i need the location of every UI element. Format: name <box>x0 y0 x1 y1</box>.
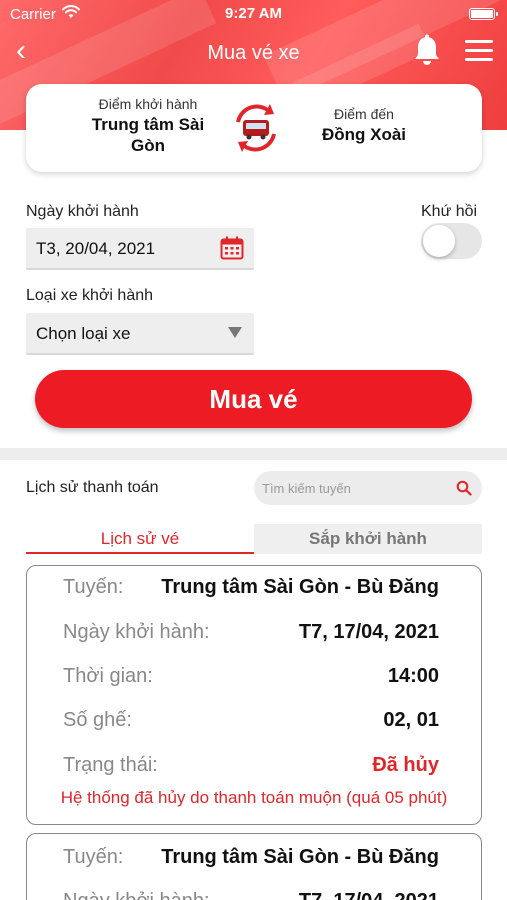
route-key: Tuyến: <box>63 576 124 598</box>
vehicle-type-label: Loại xe khởi hành <box>26 287 154 304</box>
date-value: T7, 17/04, 2021 <box>299 890 439 900</box>
ticket-card[interactable]: Tuyến: Trung tâm Sài Gòn - Bù Đăng Ngày … <box>26 833 482 900</box>
round-trip-label: Khứ hồi <box>421 203 478 220</box>
section-divider <box>0 448 507 460</box>
ticket-route-row: Tuyến: Trung tâm Sài Gòn - Bù Đăng <box>63 846 439 874</box>
date-label: Ngày khởi hành <box>26 203 139 220</box>
departure-value: Trung tâm Sài Gòn <box>91 115 205 155</box>
seat-value: 02, 01 <box>383 709 439 731</box>
route-card: Điểm khởi hành Trung tâm Sài Gòn Điểm đế… <box>26 84 482 172</box>
battery-icon <box>469 8 498 20</box>
route-search-input[interactable]: Tìm kiếm tuyến <box>254 471 482 505</box>
ticket-card[interactable]: Tuyến: Trung tâm Sài Gòn - Bù Đăng Ngày … <box>26 565 482 825</box>
time-key: Thời gian: <box>63 665 153 687</box>
status-key: Trạng thái: <box>63 754 158 776</box>
vehicle-type-select[interactable]: Chọn loại xe <box>26 313 254 355</box>
ticket-route-row: Tuyến: Trung tâm Sài Gòn - Bù Đăng <box>63 576 439 604</box>
destination-label: Điểm đến <box>334 106 394 122</box>
round-trip-toggle[interactable] <box>421 223 482 259</box>
date-key: Ngày khởi hành: <box>63 621 210 643</box>
destination-point[interactable]: Điểm đến Đồng Xoài <box>304 106 424 145</box>
status-bar: Carrier 9:27 AM <box>0 0 507 30</box>
vehicle-type-value: Chọn loại xe <box>36 324 131 343</box>
date-value: T7, 17/04, 2021 <box>298 621 439 643</box>
route-key: Tuyến: <box>63 846 124 868</box>
clock: 9:27 AM <box>225 5 282 22</box>
ticket-date-row: Ngày khởi hành: T7, 17/04, 2021 <box>63 890 439 900</box>
departure-point[interactable]: Điểm khởi hành Trung tâm Sài Gòn <box>76 96 220 156</box>
departure-label: Điểm khởi hành <box>98 96 198 112</box>
route-value: Trung tâm Sài Gòn - Bù Đăng <box>161 576 439 598</box>
ticket-status-row: Trạng thái: Đã hủy <box>63 754 439 782</box>
tab-upcoming[interactable]: Sắp khởi hành <box>254 524 482 554</box>
date-picker[interactable]: T3, 20/04, 2021 <box>26 228 254 270</box>
search-icon[interactable] <box>456 480 472 496</box>
status-badge: Đã hủy <box>372 754 439 776</box>
date-value: T3, 20/04, 2021 <box>36 239 156 258</box>
payment-history-label: Lịch sử thanh toán <box>26 479 159 496</box>
destination-value: Đồng Xoài <box>321 125 407 144</box>
menu-icon[interactable] <box>465 40 493 64</box>
toggle-knob <box>423 225 455 257</box>
seat-key: Số ghế: <box>63 709 132 731</box>
ticket-seat-row: Số ghế: 02, 01 <box>63 709 439 737</box>
tab-ticket-history[interactable]: Lịch sử vé <box>26 524 254 554</box>
history-tabs: Lịch sử vé Sắp khởi hành <box>26 524 482 554</box>
cancel-note: Hệ thống đã hủy do thanh toán muộn (quá … <box>60 788 448 807</box>
calendar-icon <box>220 236 244 260</box>
date-key: Ngày khởi hành: <box>63 890 210 900</box>
search-placeholder: Tìm kiếm tuyến <box>262 481 351 496</box>
time-value: 14:00 <box>387 665 439 687</box>
chevron-down-icon <box>228 327 242 338</box>
route-value: Trung tâm Sài Gòn - Bù Đăng <box>161 846 439 868</box>
buy-ticket-button[interactable]: Mua vé <box>35 370 472 428</box>
bell-icon[interactable] <box>411 34 443 68</box>
nav-bar: ‹ Mua vé xe <box>0 34 507 72</box>
swap-route-icon[interactable] <box>226 98 286 158</box>
ticket-time-row: Thời gian: 14:00 <box>63 665 439 693</box>
ticket-date-row: Ngày khởi hành: T7, 17/04, 2021 <box>63 621 439 649</box>
